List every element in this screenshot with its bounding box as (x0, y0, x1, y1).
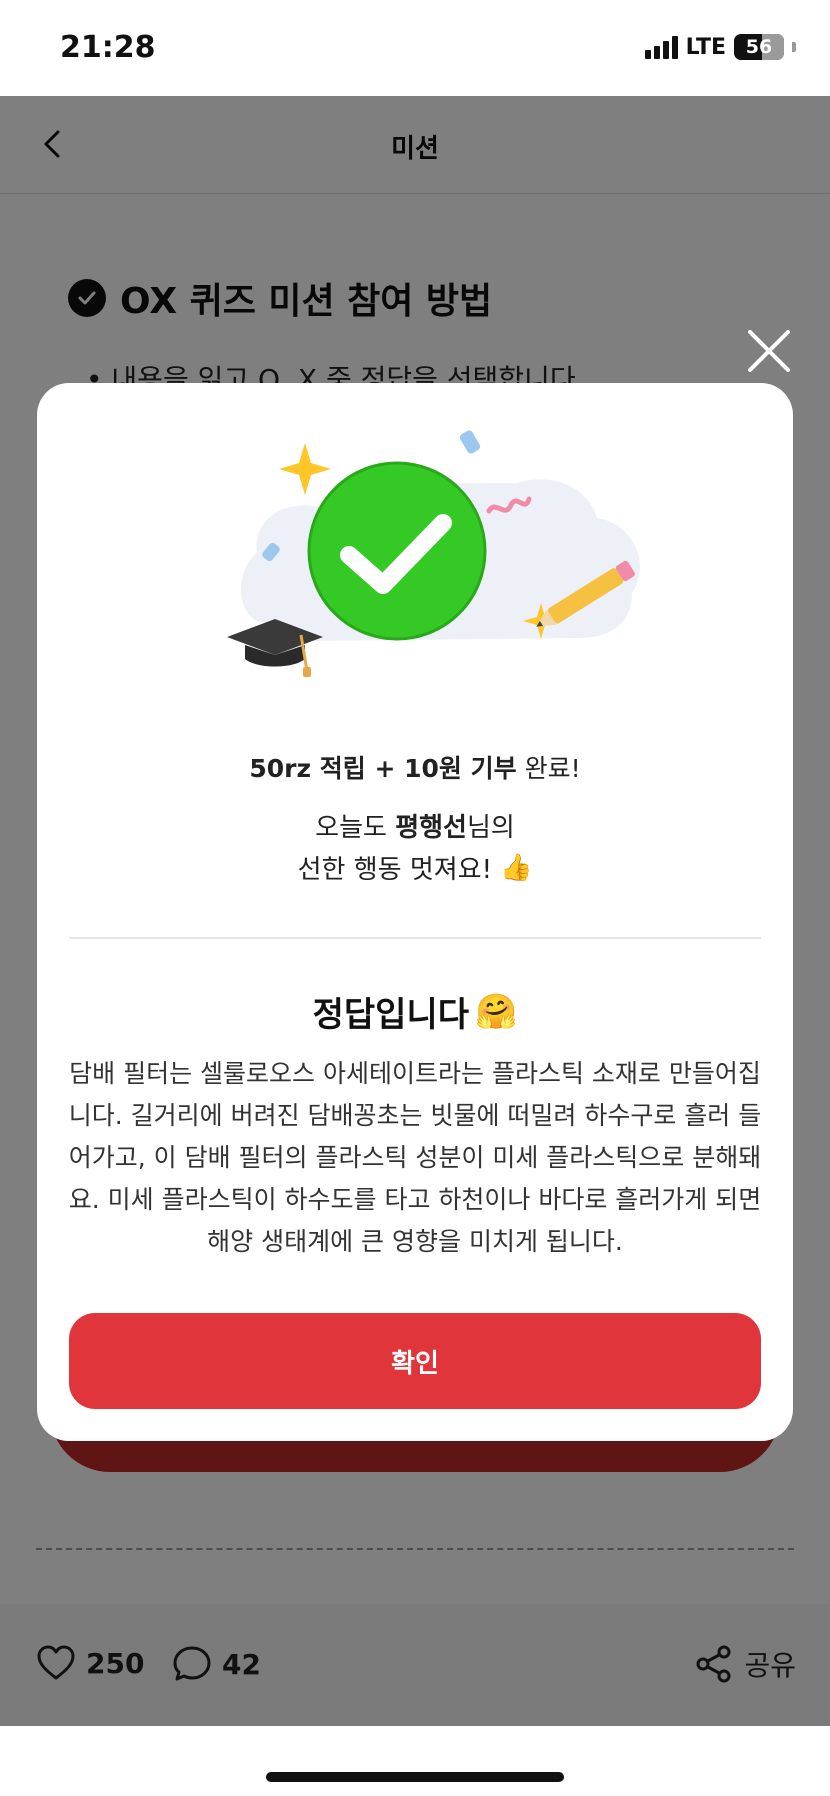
modal-divider (69, 937, 761, 939)
reward-summary: 50rz 적립 + 10원 기부 완료! (37, 749, 793, 785)
praise-text: 선한 행동 멋져요! (297, 855, 493, 885)
status-bar: 21:28 LTE 56 (0, 0, 830, 96)
battery-percent: 56 (745, 36, 773, 58)
answer-title-text: 정답입니다 (312, 995, 470, 1035)
hug-emoji-icon: 🤗 (475, 991, 518, 1032)
answer-title: 정답입니다 🤗 (37, 987, 793, 1036)
user-name: 평행선 (395, 813, 467, 843)
praise-prefix: 오늘도 (315, 813, 396, 843)
sparkle-icon (279, 443, 331, 495)
status-indicators: LTE 56 (644, 34, 796, 60)
home-indicator-area (0, 1726, 830, 1796)
thumbs-up-icon: 👍 (500, 852, 533, 883)
praise-line-2: 선한 행동 멋져요! 👍 (37, 849, 793, 886)
answer-explanation: 담배 필터는 셀룰로오스 아세테이트라는 플라스틱 소재로 만들어집니다. 길거… (68, 1059, 762, 1256)
reward-status: 완료! (516, 754, 581, 783)
close-icon[interactable] (746, 328, 792, 374)
confetti-blue-1 (459, 430, 481, 454)
network-label: LTE (685, 34, 726, 60)
success-illustration (227, 430, 640, 677)
battery-tip (792, 42, 796, 52)
home-indicator[interactable] (266, 1772, 564, 1782)
praise-suffix: 님의 (466, 813, 515, 843)
result-modal: 50rz 적립 + 10원 기부 완료! 오늘도 평행선님의 선한 행동 멋져요… (37, 383, 793, 1441)
praise-line-1: 오늘도 평행선님의 (37, 807, 793, 844)
confirm-button[interactable]: 확인 (69, 1313, 761, 1409)
battery-icon: 56 (734, 34, 784, 60)
status-time: 21:28 (60, 30, 156, 65)
reward-amount: 50rz 적립 + 10원 기부 (249, 754, 517, 783)
signal-icon (644, 35, 678, 59)
